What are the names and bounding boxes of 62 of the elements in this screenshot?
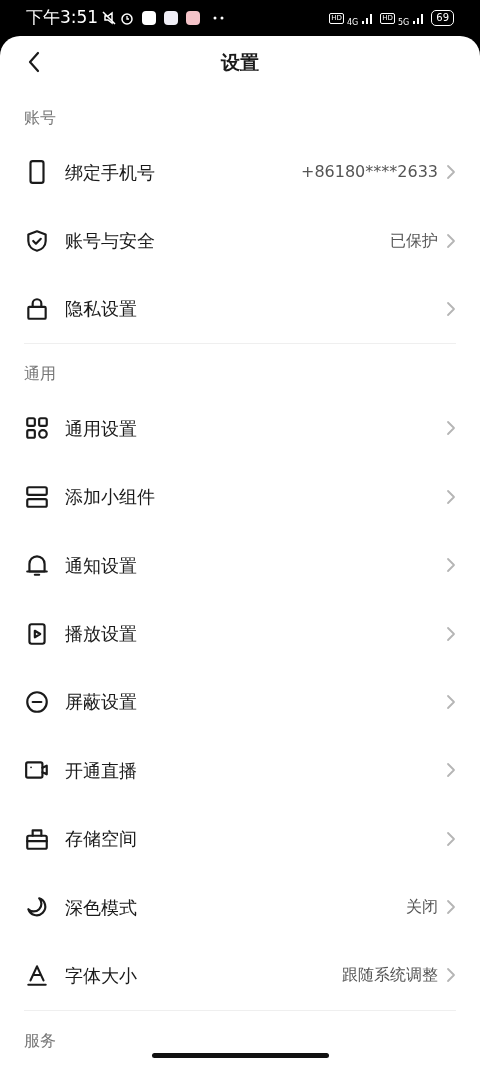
chevron-right-icon: [446, 899, 456, 916]
settings-row[interactable]: 账号与安全 已保护: [24, 206, 456, 275]
settings-row[interactable]: 绑定手机号 +86180****2633: [24, 138, 456, 207]
settings-row[interactable]: 通知设置: [24, 530, 456, 600]
row-label: 深色模式: [65, 895, 137, 920]
widget-icon: [24, 483, 50, 510]
settings-row[interactable]: 通用设置: [24, 394, 456, 463]
settings-row[interactable]: 字体大小 跟随系统调整: [24, 941, 456, 1010]
row-label: 隐私设置: [65, 297, 137, 322]
row-label: 字体大小: [65, 964, 137, 988]
settings-row[interactable]: 存储空间: [24, 804, 456, 873]
block-icon: [24, 688, 50, 715]
settings-row[interactable]: 开通直播: [24, 736, 456, 805]
chevron-right-icon: [446, 762, 456, 779]
row-label: 开通直播: [65, 758, 137, 783]
chevron-right-icon: [446, 557, 456, 574]
app-notification-icon: [164, 11, 179, 25]
row-label: 通用设置: [65, 416, 137, 441]
settings-row[interactable]: 添加小组件: [24, 462, 456, 531]
shield-check-icon: [24, 227, 50, 254]
chevron-right-icon: [446, 967, 456, 984]
status-time: 下午3:51: [26, 6, 99, 30]
section-header: 账号: [24, 107, 56, 129]
row-label: 账号与安全: [65, 229, 155, 254]
settings-row[interactable]: 屏蔽设置: [24, 667, 456, 737]
settings-row[interactable]: 隐私设置: [24, 274, 456, 344]
network-type: 5G: [397, 18, 410, 27]
alarm-icon: [120, 11, 135, 25]
row-value: 关闭: [406, 896, 438, 919]
signal-icon: [412, 12, 425, 24]
battery-indicator: 69: [431, 10, 454, 26]
page-title: 设置: [221, 49, 259, 75]
lock-icon: [24, 295, 50, 322]
chevron-right-icon: [446, 693, 456, 710]
row-label: 播放设置: [65, 622, 137, 647]
chevron-right-icon: [446, 830, 456, 847]
row-label: 屏蔽设置: [65, 690, 137, 715]
grid-icon: [24, 415, 50, 442]
row-value: 已保护: [390, 229, 438, 252]
mute-icon: [102, 11, 117, 25]
app-notification-icon: [142, 11, 157, 25]
chevron-right-icon: [446, 232, 456, 249]
chevron-right-icon: [446, 420, 456, 437]
chevron-right-icon: [446, 164, 456, 181]
chevron-right-icon: [446, 300, 456, 317]
row-value: +86180****2633: [300, 161, 438, 184]
row-label: 添加小组件: [65, 485, 155, 510]
signal-icon: [361, 12, 374, 24]
chevron-right-icon: [446, 625, 456, 642]
row-value: 跟随系统调整: [342, 964, 438, 987]
section-header: 服务: [24, 1029, 56, 1052]
chevron-right-icon: [446, 488, 456, 505]
network-type: 4G: [347, 18, 359, 27]
app-notification-icon: [186, 11, 201, 25]
row-label: 通知设置: [65, 553, 137, 578]
row-label: 存储空间: [65, 827, 137, 852]
row-label: 绑定手机号: [65, 160, 155, 185]
settings-row[interactable]: 深色模式 关闭: [24, 872, 456, 942]
bell-icon: [24, 552, 50, 579]
font-size-icon: [24, 962, 50, 989]
section-header: 通用: [24, 363, 56, 386]
settings-row[interactable]: 播放设置: [24, 599, 456, 668]
